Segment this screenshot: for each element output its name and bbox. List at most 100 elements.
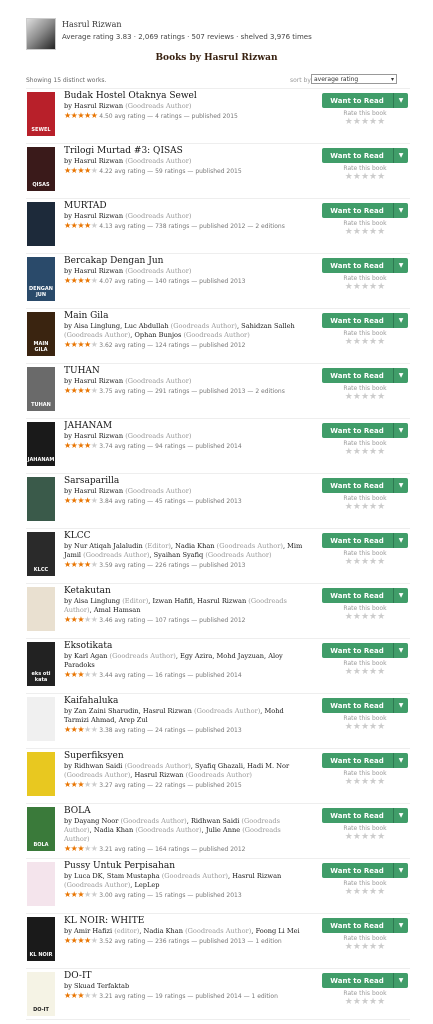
- book-cover[interactable]: eks oti kata: [27, 642, 55, 686]
- book-title-link[interactable]: MURTAD: [64, 200, 308, 212]
- rate-star-icon[interactable]: ★: [353, 832, 361, 842]
- rate-star-icon[interactable]: ★: [361, 117, 369, 127]
- rate-star-icon[interactable]: ★: [353, 722, 361, 732]
- rate-star-icon[interactable]: ★: [369, 117, 377, 127]
- author-link[interactable]: Hasrul Rizwan: [74, 432, 123, 440]
- author-link[interactable]: Amal Hamsan: [94, 606, 141, 614]
- rate-star-icon[interactable]: ★: [369, 997, 377, 1007]
- author-link[interactable]: Foong Li Mei: [256, 927, 300, 935]
- author-link[interactable]: Skuad Terfaktab: [74, 982, 129, 990]
- rate-star-icon[interactable]: ★: [353, 172, 361, 182]
- rate-star-icon[interactable]: ★: [369, 172, 377, 182]
- author-link[interactable]: Hasrul Rizwan: [74, 487, 123, 495]
- want-to-read-button[interactable]: Want to Read ▼: [322, 918, 408, 933]
- rate-star-icon[interactable]: ★: [361, 282, 369, 292]
- author-link[interactable]: Nur Atiqah Jalaludin: [74, 542, 143, 550]
- book-title-link[interactable]: KL NOIR: WHITE: [64, 915, 308, 927]
- book-cover[interactable]: BOLA: [27, 807, 55, 851]
- book-cover[interactable]: [27, 587, 55, 631]
- rate-star-icon[interactable]: ★: [369, 502, 377, 512]
- book-cover[interactable]: KL NOIR: [27, 917, 55, 961]
- shelf-dropdown-icon[interactable]: ▼: [393, 698, 408, 713]
- rate-star-icon[interactable]: ★: [377, 282, 385, 292]
- want-to-read-button[interactable]: Want to Read ▼: [322, 93, 408, 108]
- book-title-link[interactable]: Superfiksyen: [64, 750, 308, 762]
- shelf-dropdown-icon[interactable]: ▼: [393, 588, 408, 603]
- rate-star-icon[interactable]: ★: [353, 557, 361, 567]
- rate-star-icon[interactable]: ★: [361, 887, 369, 897]
- author-link[interactable]: Mohd Jayzuan: [217, 652, 264, 660]
- rate-star-icon[interactable]: ★: [345, 447, 353, 457]
- want-to-read-button[interactable]: Want to Read ▼: [322, 588, 408, 603]
- book-title-link[interactable]: Budak Hostel Otaknya Sewel: [64, 90, 308, 102]
- want-to-read-button[interactable]: Want to Read ▼: [322, 808, 408, 823]
- book-title-link[interactable]: Ketakutan: [64, 585, 308, 597]
- author-link[interactable]: Aisa Linglung: [74, 597, 120, 605]
- author-link[interactable]: Luca DK: [74, 872, 103, 880]
- want-to-read-button[interactable]: Want to Read ▼: [322, 533, 408, 548]
- rate-star-icon[interactable]: ★: [361, 447, 369, 457]
- book-title-link[interactable]: BOLA: [64, 805, 308, 817]
- book-cover[interactable]: KLCC: [27, 532, 55, 576]
- want-to-read-button[interactable]: Want to Read ▼: [322, 258, 408, 273]
- want-to-read-button[interactable]: Want to Read ▼: [322, 203, 408, 218]
- book-cover[interactable]: [27, 697, 55, 741]
- rate-star-icon[interactable]: ★: [353, 502, 361, 512]
- author-link[interactable]: Hasrul Rizwan: [74, 377, 123, 385]
- book-cover[interactable]: [27, 752, 55, 796]
- rate-star-icon[interactable]: ★: [369, 942, 377, 952]
- rate-star-icon[interactable]: ★: [369, 557, 377, 567]
- book-cover[interactable]: QISAS: [27, 147, 55, 191]
- rate-star-icon[interactable]: ★: [345, 667, 353, 677]
- want-to-read-button[interactable]: Want to Read ▼: [322, 368, 408, 383]
- author-link[interactable]: Luc Abdullah: [124, 322, 168, 330]
- author-link[interactable]: Nadia Khan: [144, 927, 183, 935]
- author-link[interactable]: Hadi M. Nor: [247, 762, 289, 770]
- rate-star-icon[interactable]: ★: [377, 887, 385, 897]
- shelf-dropdown-icon[interactable]: ▼: [393, 368, 408, 383]
- rate-star-icon[interactable]: ★: [345, 502, 353, 512]
- rate-star-icon[interactable]: ★: [377, 117, 385, 127]
- rate-star-icon[interactable]: ★: [361, 612, 369, 622]
- author-link[interactable]: Zan Zaini Sharudin: [74, 707, 139, 715]
- author-link[interactable]: Hasrul Rizwan: [74, 267, 123, 275]
- rate-star-icon[interactable]: ★: [369, 282, 377, 292]
- rate-star-icon[interactable]: ★: [377, 447, 385, 457]
- rate-star-icon[interactable]: ★: [345, 887, 353, 897]
- shelf-dropdown-icon[interactable]: ▼: [393, 643, 408, 658]
- want-to-read-button[interactable]: Want to Read ▼: [322, 423, 408, 438]
- author-link[interactable]: Karl Agan: [74, 652, 107, 660]
- rate-star-icon[interactable]: ★: [361, 722, 369, 732]
- rate-star-icon[interactable]: ★: [377, 502, 385, 512]
- author-link[interactable]: Hasrul Rizwan: [143, 707, 192, 715]
- book-cover[interactable]: JAHANAM: [27, 422, 55, 466]
- rate-star-icon[interactable]: ★: [353, 997, 361, 1007]
- book-cover[interactable]: [27, 862, 55, 906]
- sort-select[interactable]: average rating ▾: [311, 74, 397, 84]
- author-photo[interactable]: [26, 18, 56, 50]
- author-link[interactable]: LepLep: [135, 881, 160, 889]
- rate-star-icon[interactable]: ★: [377, 557, 385, 567]
- rate-star-icon[interactable]: ★: [369, 832, 377, 842]
- shelf-dropdown-icon[interactable]: ▼: [393, 93, 408, 108]
- shelf-dropdown-icon[interactable]: ▼: [393, 313, 408, 328]
- rate-star-icon[interactable]: ★: [377, 722, 385, 732]
- rate-star-icon[interactable]: ★: [361, 502, 369, 512]
- rate-star-icon[interactable]: ★: [353, 887, 361, 897]
- rate-star-icon[interactable]: ★: [353, 612, 361, 622]
- author-link[interactable]: Hasrul Rizwan: [232, 872, 281, 880]
- shelf-dropdown-icon[interactable]: ▼: [393, 148, 408, 163]
- rate-star-icon[interactable]: ★: [353, 777, 361, 787]
- author-link[interactable]: Arep Zul: [119, 716, 148, 724]
- rate-star-icon[interactable]: ★: [353, 227, 361, 237]
- rate-star-icon[interactable]: ★: [345, 282, 353, 292]
- rate-star-icon[interactable]: ★: [353, 447, 361, 457]
- rate-star-icon[interactable]: ★: [345, 337, 353, 347]
- rate-star-icon[interactable]: ★: [345, 832, 353, 842]
- author-link[interactable]: Ophan Bunjos: [135, 331, 182, 339]
- author-link[interactable]: Nadia Khan: [175, 542, 214, 550]
- rate-star-icon[interactable]: ★: [353, 942, 361, 952]
- rate-star-icon[interactable]: ★: [377, 667, 385, 677]
- rate-star-icon[interactable]: ★: [369, 887, 377, 897]
- rate-star-icon[interactable]: ★: [361, 942, 369, 952]
